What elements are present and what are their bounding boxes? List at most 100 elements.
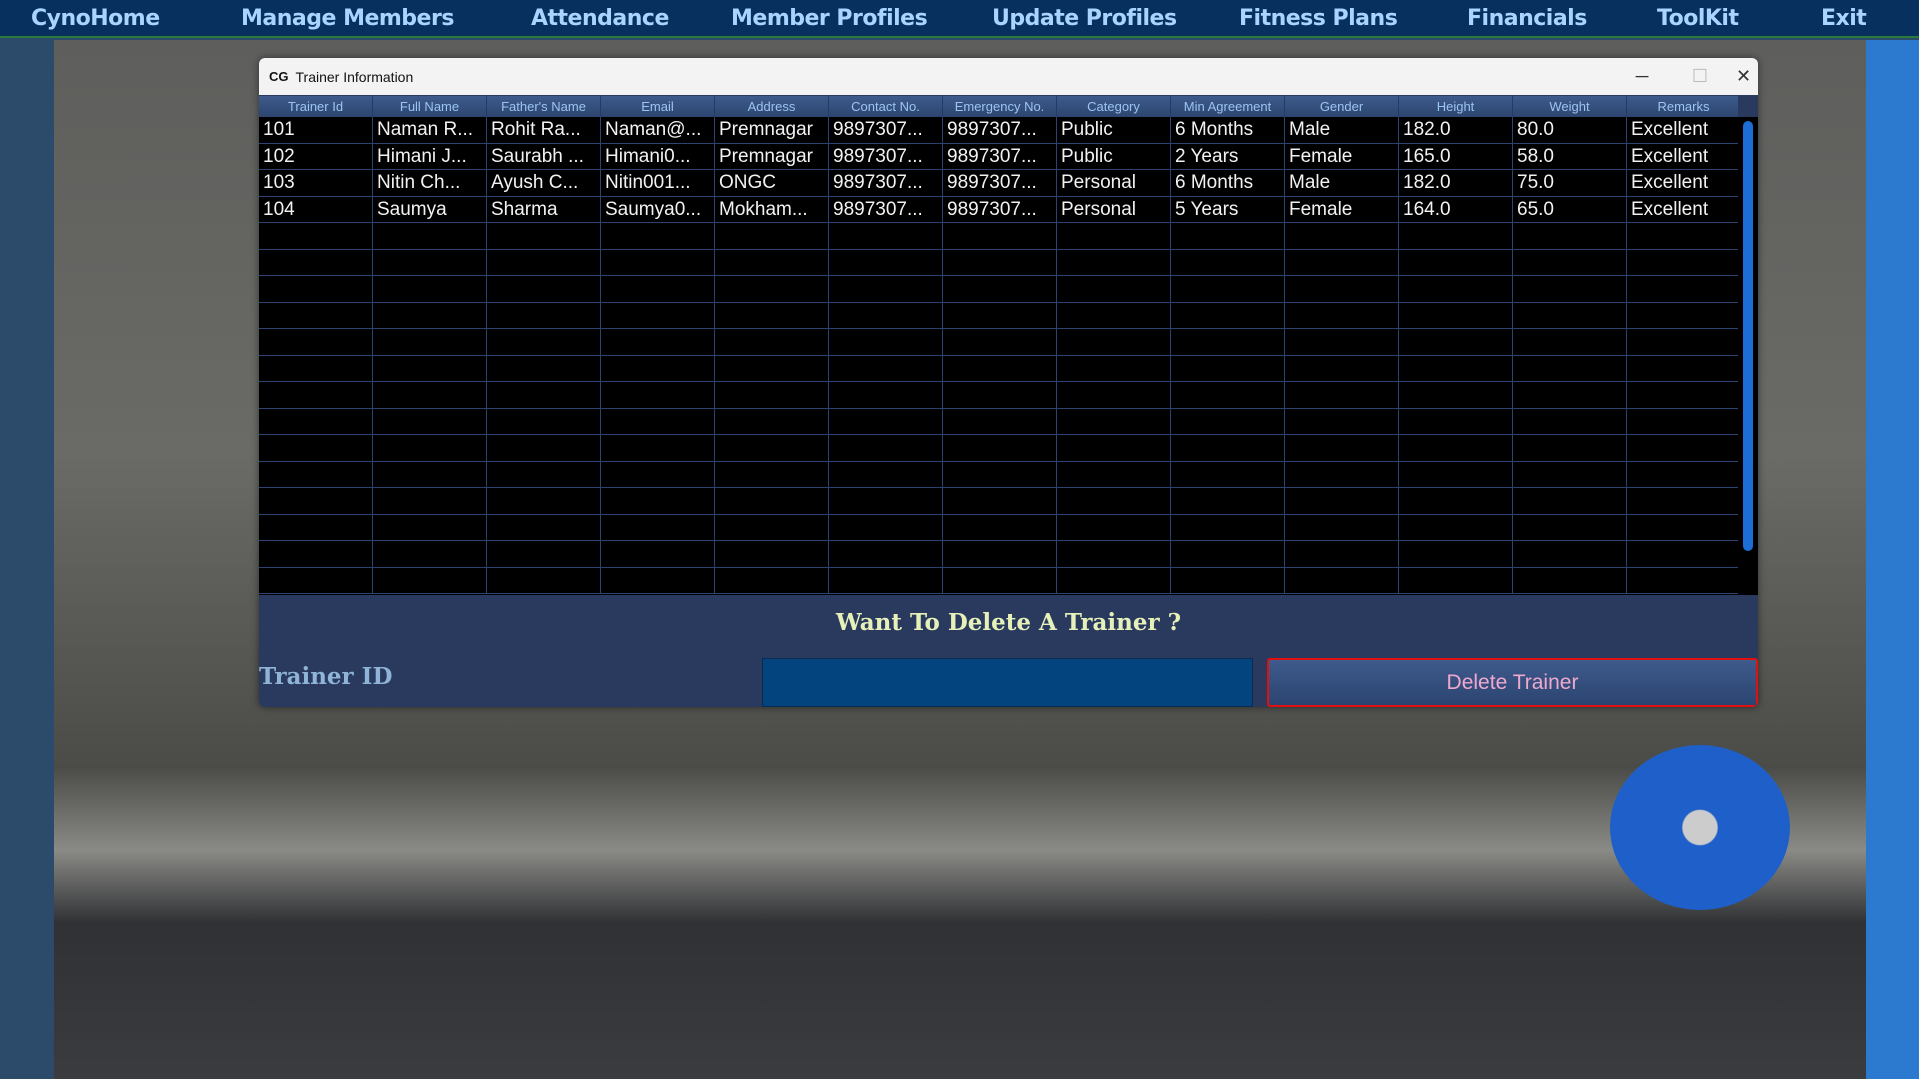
- table-row[interactable]: 102 Himani J... Saurabh ... Himani0... Premn…: [259, 143, 1738, 170]
- close-button[interactable]: ✕: [1729, 58, 1758, 95]
- table-cell[interactable]: [1627, 568, 1738, 594]
- table-cell[interactable]: [1285, 382, 1399, 408]
- table-cell[interactable]: [1285, 355, 1399, 381]
- table-cell[interactable]: [601, 223, 715, 249]
- table-cell[interactable]: [1171, 461, 1285, 487]
- table-cell[interactable]: [715, 541, 829, 567]
- table-cell[interactable]: [259, 249, 373, 275]
- table-cell[interactable]: [1171, 276, 1285, 302]
- table-cell[interactable]: [373, 223, 487, 249]
- table-cell[interactable]: [1057, 514, 1171, 540]
- empty-row[interactable]: [259, 567, 1738, 594]
- empty-row[interactable]: [259, 329, 1738, 356]
- table-cell[interactable]: [487, 435, 601, 461]
- table-cell[interactable]: [943, 435, 1057, 461]
- table-cell[interactable]: [259, 408, 373, 434]
- table-cell[interactable]: [715, 223, 829, 249]
- table-cell[interactable]: Female: [1285, 143, 1399, 169]
- nav-exit[interactable]: Exit: [1821, 6, 1867, 31]
- table-cell[interactable]: [1171, 382, 1285, 408]
- table-cell[interactable]: [601, 567, 715, 593]
- table-cell[interactable]: [715, 382, 829, 408]
- table-cell[interactable]: Male: [1285, 117, 1399, 143]
- table-cell[interactable]: [1399, 488, 1513, 514]
- table-cell[interactable]: [601, 276, 715, 302]
- empty-row[interactable]: [259, 435, 1738, 462]
- table-cell[interactable]: [943, 488, 1057, 514]
- table-cell[interactable]: 6 Months: [1171, 117, 1285, 143]
- table-cell[interactable]: [1399, 541, 1513, 567]
- table-cell[interactable]: [1513, 408, 1627, 434]
- table-cell[interactable]: [829, 249, 943, 275]
- table-cell[interactable]: [1627, 250, 1738, 276]
- table-cell[interactable]: [1399, 276, 1513, 302]
- nav-toolkit[interactable]: ToolKit: [1657, 6, 1739, 31]
- table-cell[interactable]: [943, 567, 1057, 593]
- table-cell[interactable]: [1285, 329, 1399, 355]
- table-cell[interactable]: Male: [1285, 170, 1399, 196]
- table-cell[interactable]: [1285, 567, 1399, 593]
- table-cell[interactable]: Personal: [1057, 196, 1171, 222]
- table-cell[interactable]: [601, 382, 715, 408]
- table-cell[interactable]: [1627, 303, 1738, 329]
- table-cell[interactable]: [1513, 435, 1627, 461]
- table-cell[interactable]: Premnagar: [715, 117, 829, 143]
- table-cell[interactable]: 164.0: [1399, 196, 1513, 222]
- table-cell[interactable]: [487, 567, 601, 593]
- table-cell[interactable]: [487, 249, 601, 275]
- table-cell[interactable]: [715, 249, 829, 275]
- table-cell[interactable]: [1399, 249, 1513, 275]
- table-cell[interactable]: [259, 541, 373, 567]
- column-header[interactable]: Weight: [1513, 96, 1627, 117]
- table-cell[interactable]: Rohit Ra...: [487, 117, 601, 143]
- table-cell[interactable]: [1627, 462, 1738, 488]
- table-cell[interactable]: [1057, 435, 1171, 461]
- table-cell[interactable]: 102: [259, 143, 373, 169]
- table-row[interactable]: 101 Naman R... Rohit Ra... Naman@... Premnag…: [259, 117, 1738, 144]
- table-cell[interactable]: [1285, 223, 1399, 249]
- column-header[interactable]: Remarks: [1627, 96, 1741, 117]
- table-cell[interactable]: [601, 461, 715, 487]
- table-cell[interactable]: [1399, 567, 1513, 593]
- table-cell[interactable]: [943, 223, 1057, 249]
- table-cell[interactable]: Public: [1057, 143, 1171, 169]
- column-header[interactable]: Full Name: [373, 96, 487, 117]
- table-cell[interactable]: [487, 302, 601, 328]
- table-cell[interactable]: [487, 382, 601, 408]
- table-cell[interactable]: [1057, 461, 1171, 487]
- table-cell[interactable]: [1399, 408, 1513, 434]
- table-cell[interactable]: [829, 223, 943, 249]
- table-cell[interactable]: [715, 408, 829, 434]
- table-cell[interactable]: [373, 408, 487, 434]
- table-cell[interactable]: [373, 249, 487, 275]
- table-cell[interactable]: 80.0: [1513, 117, 1627, 143]
- table-cell[interactable]: Saumya: [373, 196, 487, 222]
- table-cell[interactable]: [715, 514, 829, 540]
- table-cell[interactable]: [1057, 355, 1171, 381]
- table-cell[interactable]: [487, 355, 601, 381]
- table-cell[interactable]: 9897307...: [829, 143, 943, 169]
- table-cell[interactable]: [1057, 567, 1171, 593]
- table-cell[interactable]: [829, 329, 943, 355]
- table-cell[interactable]: [1513, 276, 1627, 302]
- table-cell[interactable]: [1285, 514, 1399, 540]
- column-header[interactable]: Gender: [1285, 96, 1399, 117]
- table-cell[interactable]: Excellent: [1627, 197, 1738, 223]
- table-cell[interactable]: [1057, 541, 1171, 567]
- table-cell[interactable]: [829, 567, 943, 593]
- table-cell[interactable]: [1627, 541, 1738, 567]
- table-cell[interactable]: [943, 382, 1057, 408]
- table-cell[interactable]: Mokham...: [715, 196, 829, 222]
- table-cell[interactable]: [1513, 329, 1627, 355]
- table-cell[interactable]: [1627, 356, 1738, 382]
- table-cell[interactable]: [1513, 223, 1627, 249]
- table-cell[interactable]: [1399, 382, 1513, 408]
- table-cell[interactable]: 9897307...: [943, 170, 1057, 196]
- table-cell[interactable]: [1057, 382, 1171, 408]
- table-cell[interactable]: [487, 514, 601, 540]
- table-cell[interactable]: [487, 276, 601, 302]
- table-cell[interactable]: [259, 488, 373, 514]
- table-cell[interactable]: [1171, 567, 1285, 593]
- table-cell[interactable]: [601, 514, 715, 540]
- table-cell[interactable]: [829, 541, 943, 567]
